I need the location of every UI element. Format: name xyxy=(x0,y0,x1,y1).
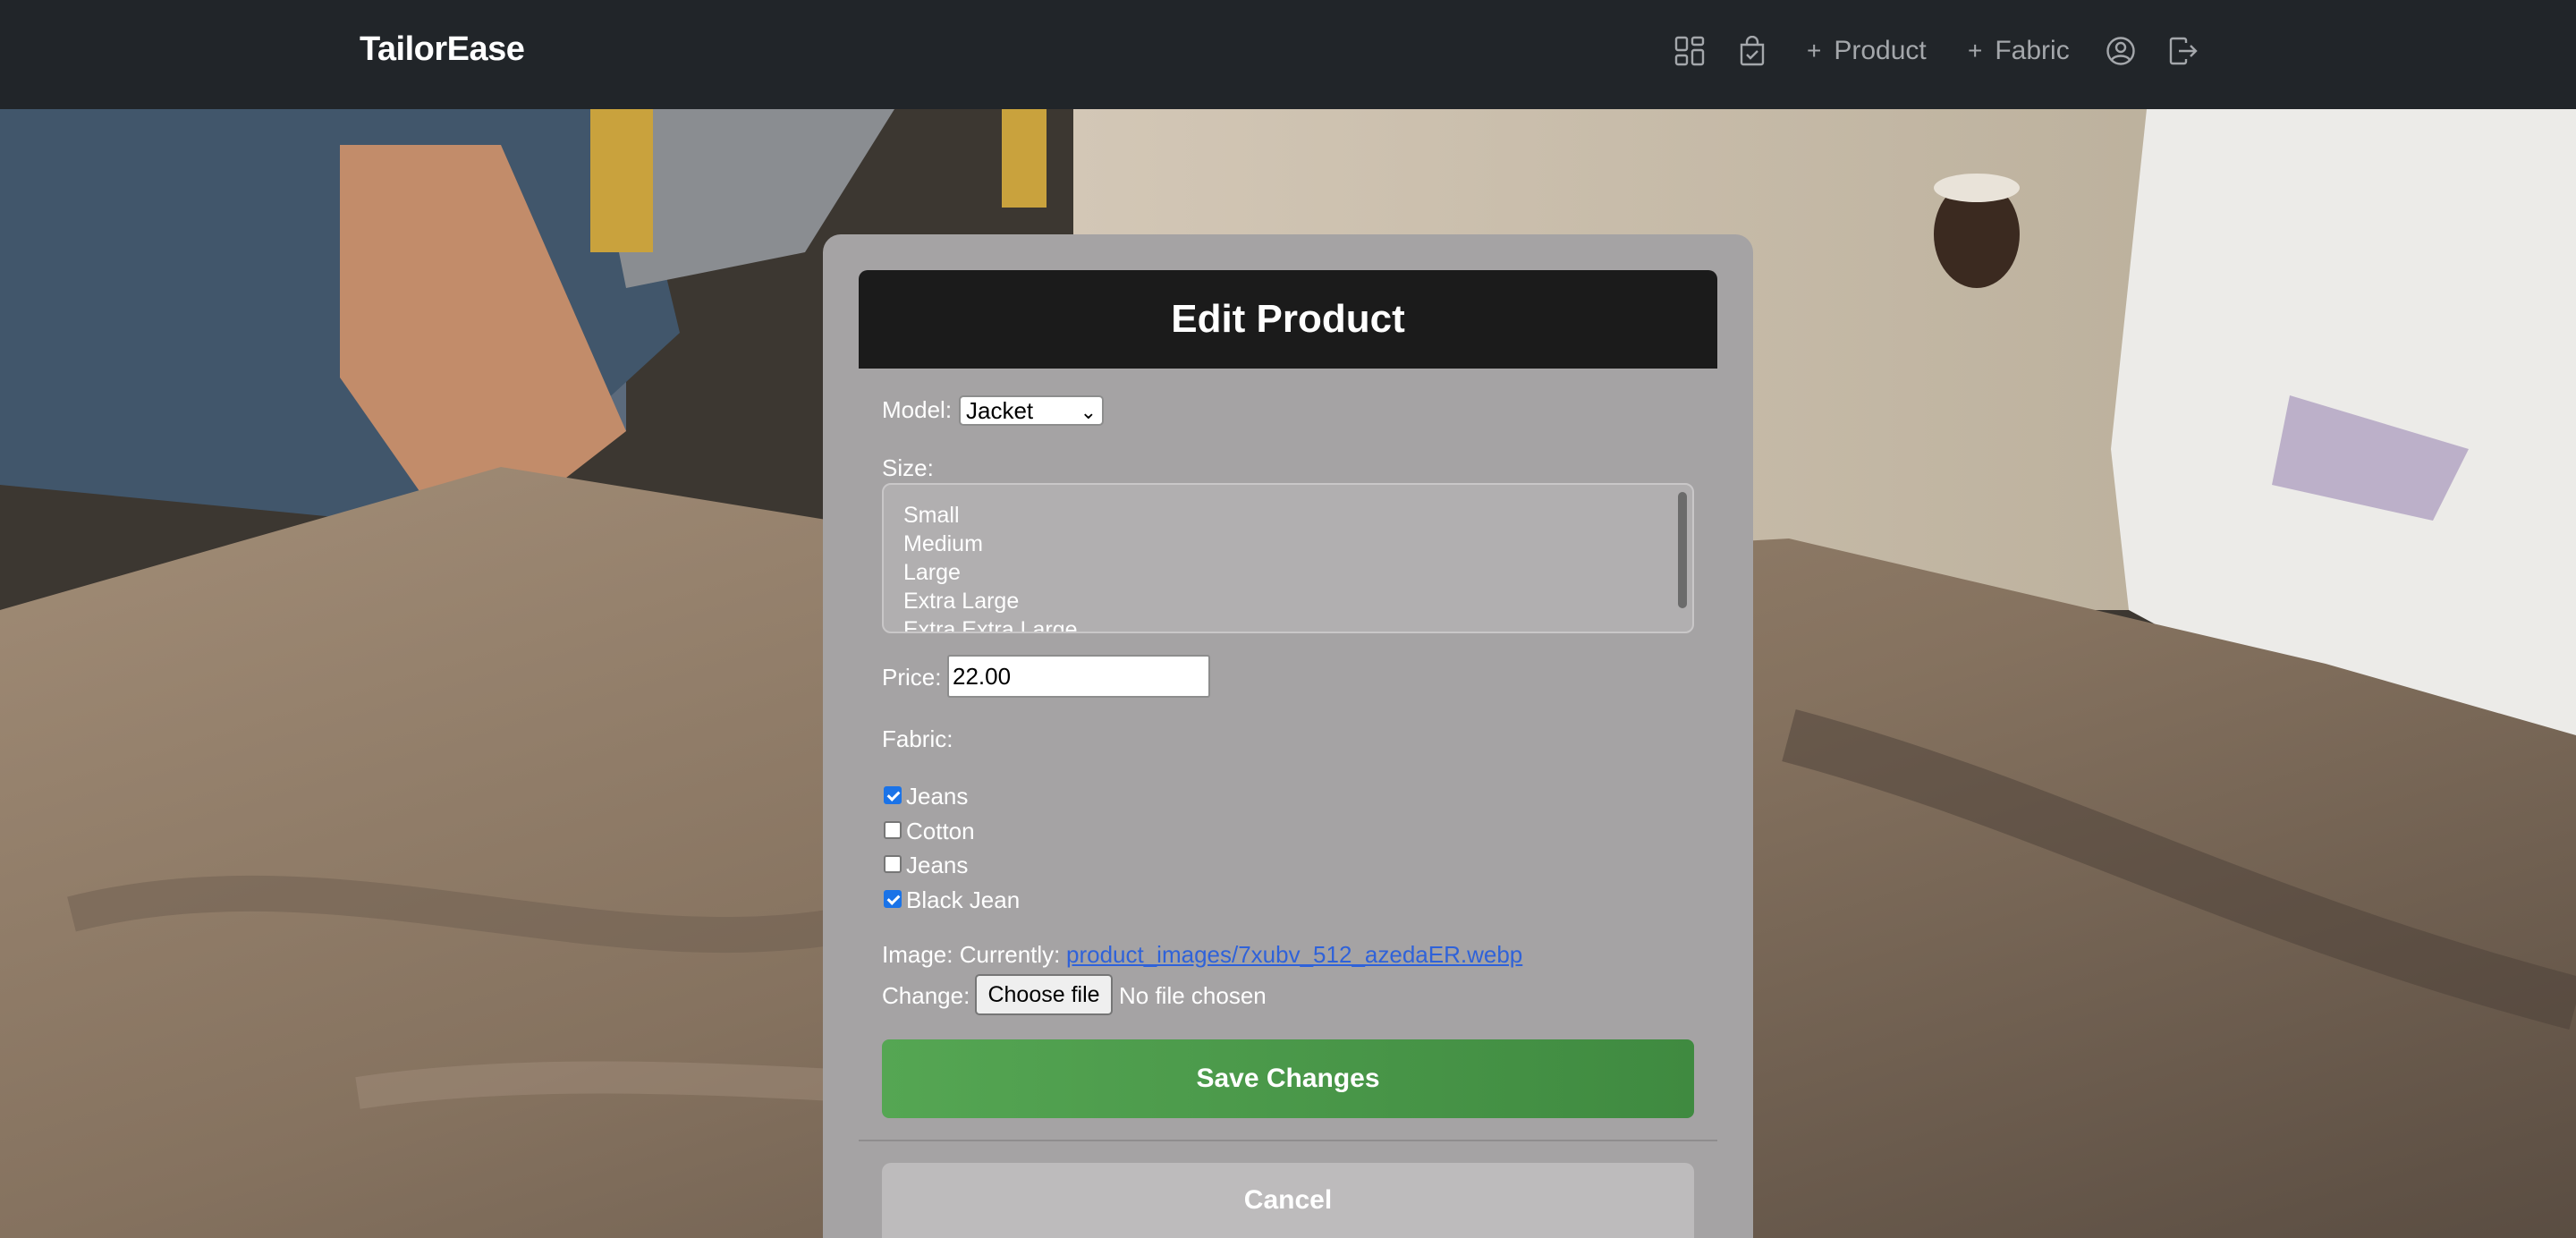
size-option[interactable]: Medium xyxy=(903,531,983,557)
size-option[interactable]: Small xyxy=(903,503,960,529)
plus-icon: + xyxy=(1968,37,1983,64)
size-list-scrollbar[interactable] xyxy=(1678,492,1687,608)
person-circle-icon[interactable] xyxy=(2104,34,2138,68)
model-select[interactable]: Jacket ⌄ xyxy=(959,395,1104,426)
size-multiselect[interactable]: Small Medium Large Extra Large Extra Ext… xyxy=(882,483,1694,633)
file-status-text: No file chosen xyxy=(1119,982,1267,1009)
fabric-checkbox[interactable] xyxy=(884,786,902,804)
brand-logo[interactable]: TailorEase xyxy=(360,30,525,69)
fabric-option-label: Jeans xyxy=(906,852,969,878)
plus-icon: + xyxy=(1807,37,1822,64)
price-input[interactable]: 22.00 xyxy=(947,655,1210,698)
dashboard-grid-icon[interactable] xyxy=(1673,34,1707,68)
size-option[interactable]: Extra Large xyxy=(903,589,1019,615)
nav-add-product-link[interactable]: + Product xyxy=(1807,34,1927,68)
page-title: Edit Product xyxy=(859,270,1717,369)
edit-product-card: Edit Product Model: Jacket ⌄ Size: Small… xyxy=(823,234,1753,1238)
size-option[interactable]: Large xyxy=(903,560,961,586)
divider xyxy=(859,1140,1717,1141)
nav-add-product-label: Product xyxy=(1834,36,1927,65)
chevron-down-icon: ⌄ xyxy=(1080,401,1097,423)
nav-add-fabric-label: Fabric xyxy=(1995,36,2070,65)
size-option[interactable]: Extra Extra Large xyxy=(903,617,1078,632)
fabric-checkbox[interactable] xyxy=(884,855,902,873)
fabric-option-label: Jeans xyxy=(906,783,969,810)
size-label: Size: xyxy=(882,454,934,481)
box-arrow-right-icon[interactable] xyxy=(2166,34,2200,68)
change-label: Change: xyxy=(882,982,970,1009)
choose-file-button[interactable]: Choose file xyxy=(975,974,1113,1015)
image-label: Image: Currently: xyxy=(882,941,1061,968)
save-changes-button[interactable]: Save Changes xyxy=(882,1039,1694,1118)
fabric-checkbox[interactable] xyxy=(884,890,902,908)
nav-add-fabric-link[interactable]: + Fabric xyxy=(1968,34,2070,68)
price-label: Price: xyxy=(882,664,942,691)
fabric-checkbox[interactable] xyxy=(884,821,902,839)
fabric-option-label: Black Jean xyxy=(906,886,1021,913)
bag-check-icon[interactable] xyxy=(1735,34,1769,68)
model-label: Model: xyxy=(882,396,953,423)
current-image-link[interactable]: product_images/7xubv_512_azedaER.webp xyxy=(1066,941,1522,969)
model-select-value: Jacket xyxy=(966,397,1034,424)
fabric-label: Fabric: xyxy=(882,725,953,752)
navbar: TailorEase + Product + Fabric xyxy=(0,0,2576,109)
cancel-button[interactable]: Cancel xyxy=(882,1163,1694,1238)
fabric-option-label: Cotton xyxy=(906,818,975,844)
